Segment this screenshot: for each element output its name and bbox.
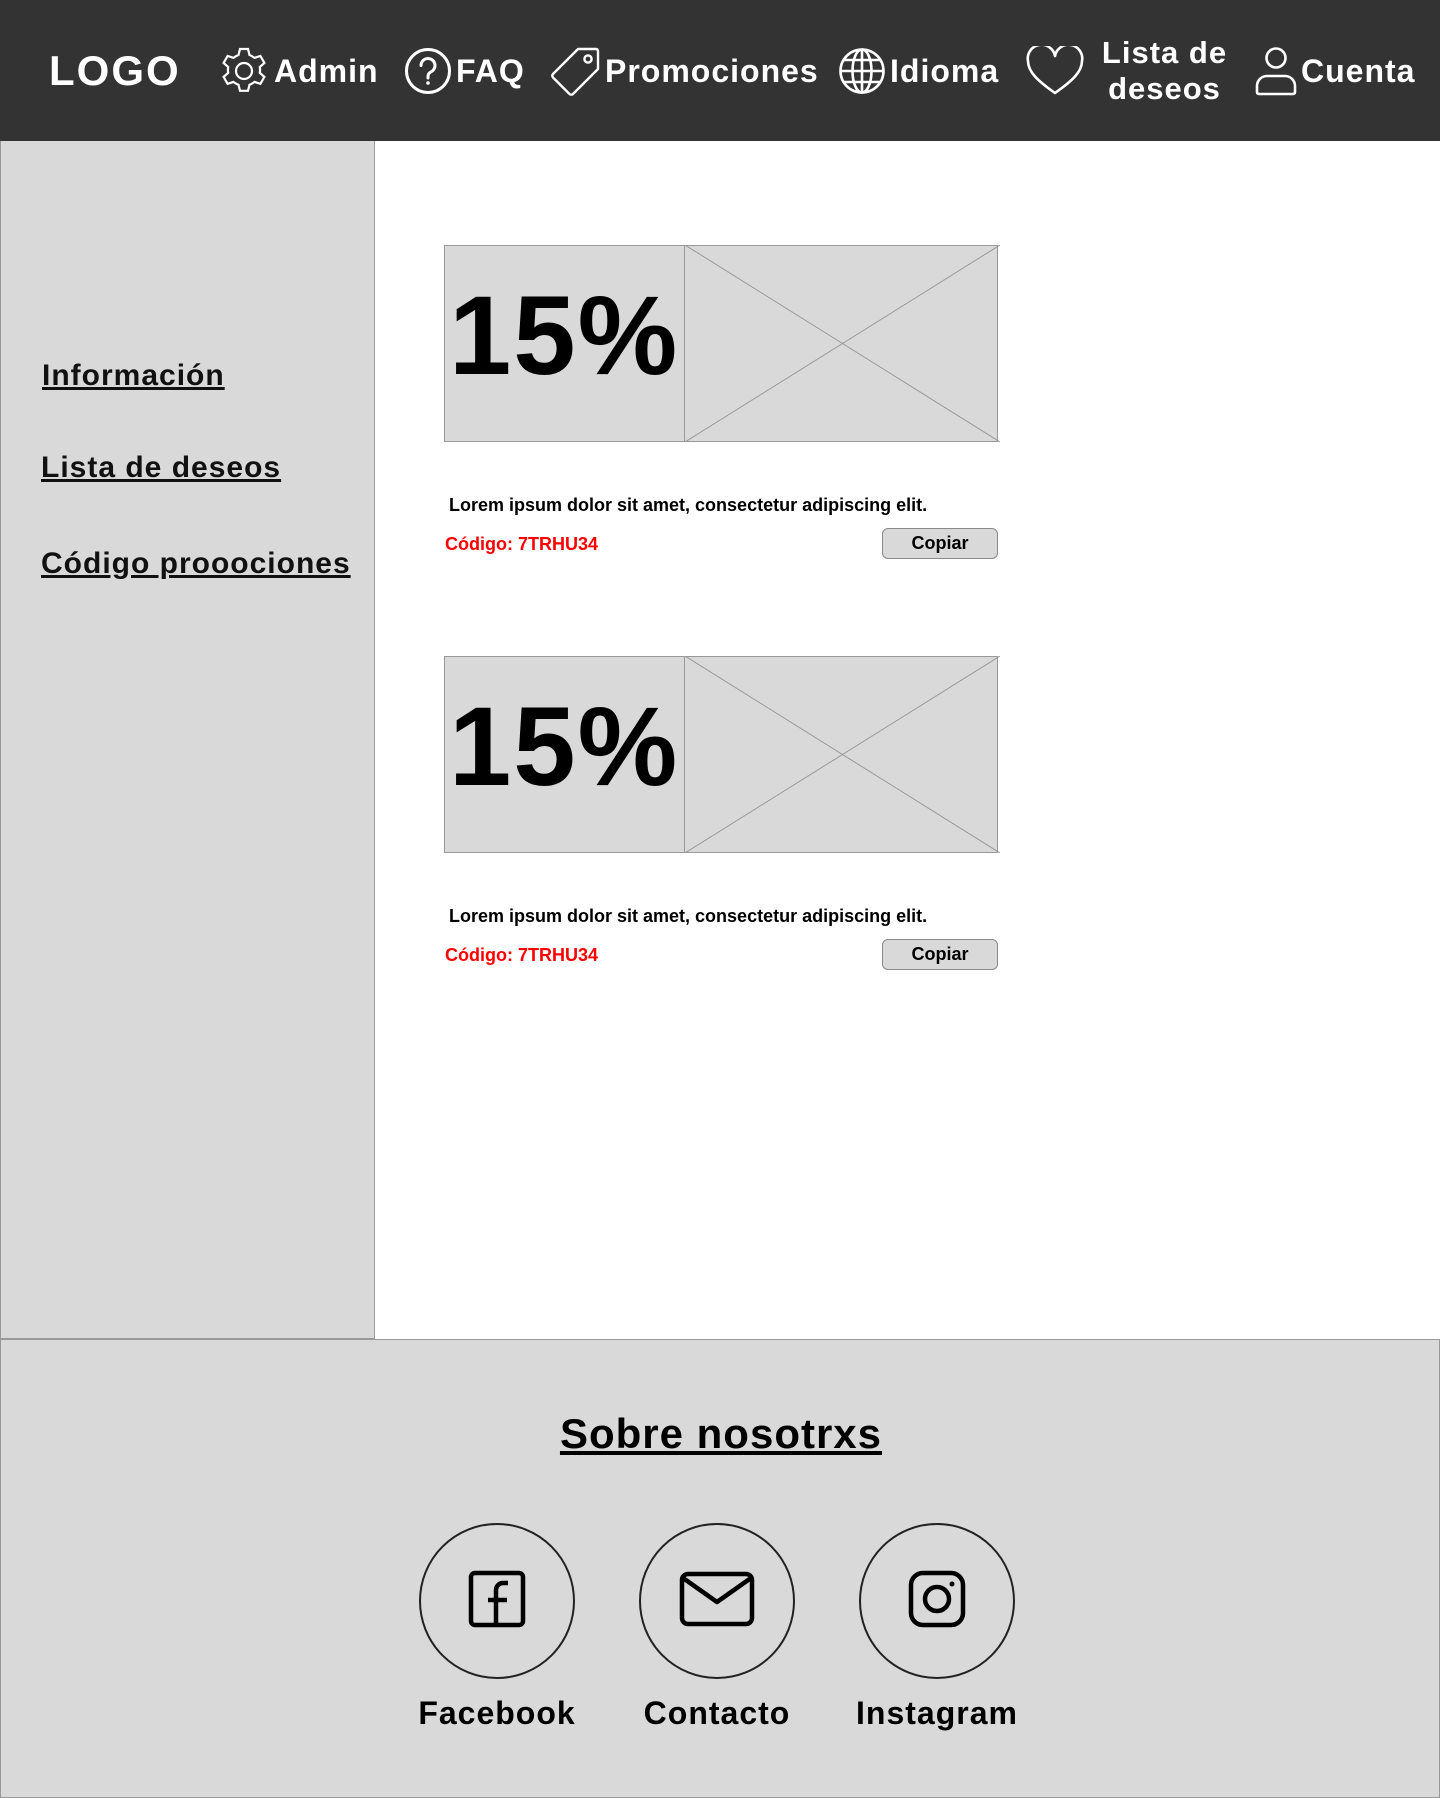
promo-discount-percent: 15% [449, 273, 680, 398]
sidebar-item-informacion[interactable]: Información [42, 359, 225, 393]
tag-icon [551, 46, 601, 96]
globe-icon [838, 47, 886, 95]
image-placeholder [684, 655, 1001, 854]
social-facebook[interactable]: Facebook [407, 1523, 587, 1732]
promo-banner: 15% [444, 655, 1001, 854]
nav-wishlist-line-1: Lista de [1101, 34, 1228, 70]
facebook-label: Facebook [418, 1695, 576, 1731]
footer: Sobre nosotrxs Facebook Contacto Instagr… [0, 1339, 1440, 1798]
social-instagram[interactable]: Instagram [847, 1523, 1027, 1732]
promo-code: Código: 7TRHU34 [445, 945, 598, 965]
nav-wishlist-line-2: deseos [1108, 70, 1221, 106]
promo-code: Código: 7TRHU34 [445, 534, 598, 554]
nav-lista-de-deseos-label: Lista de deseos [1092, 35, 1237, 107]
about-us-link[interactable]: Sobre nosotrxs [560, 1410, 882, 1457]
question-circle-icon [404, 47, 452, 95]
facebook-icon-circle[interactable] [419, 1523, 575, 1679]
facebook-icon [468, 1570, 526, 1633]
social-contacto[interactable]: Contacto [627, 1523, 807, 1732]
sidebar-item-codigo-promociones[interactable]: Código prooociones [41, 547, 351, 581]
sidebar-item-lista-de-deseos[interactable]: Lista de deseos [41, 451, 281, 485]
nav-promociones-label: Promociones [605, 52, 819, 89]
footer-title: Sobre nosotrxs [1, 1410, 1440, 1458]
user-icon [1255, 46, 1297, 96]
sidebar: Información Lista de deseos Código prooo… [0, 141, 375, 1339]
promo-discount-percent: 15% [449, 684, 680, 809]
nav-admin-label: Admin [274, 52, 379, 89]
nav-faq[interactable]: FAQ [404, 0, 525, 141]
instagram-label: Instagram [856, 1695, 1018, 1731]
promo-banner: 15% [444, 244, 1001, 443]
instagram-icon-circle[interactable] [859, 1523, 1015, 1679]
contacto-label: Contacto [643, 1695, 791, 1731]
nav-lista-de-deseos[interactable]: Lista de deseos [1026, 0, 1237, 141]
nav-cuenta[interactable]: Cuenta [1255, 0, 1415, 141]
copy-code-button[interactable]: Copiar [882, 939, 998, 970]
instagram-icon [908, 1570, 966, 1633]
mail-icon [679, 1571, 755, 1632]
nav-promociones[interactable]: Promociones [551, 0, 819, 141]
copy-code-button[interactable]: Copiar [882, 528, 998, 559]
logo[interactable]: LOGO [49, 47, 181, 95]
nav-idioma-label: Idioma [890, 52, 1000, 89]
heart-icon [1026, 45, 1084, 96]
top-navigation-bar: LOGO Admin FAQ Promociones Idioma Lista … [0, 0, 1440, 141]
nav-faq-label: FAQ [456, 52, 525, 89]
promo-description: Lorem ipsum dolor sit amet, consectetur … [449, 495, 928, 515]
nav-cuenta-label: Cuenta [1301, 52, 1416, 89]
nav-idioma[interactable]: Idioma [838, 0, 999, 141]
gear-icon [218, 45, 270, 97]
image-placeholder [684, 244, 1001, 443]
mail-icon-circle[interactable] [639, 1523, 795, 1679]
nav-admin[interactable]: Admin [218, 0, 379, 141]
promo-description: Lorem ipsum dolor sit amet, consectetur … [449, 906, 928, 926]
